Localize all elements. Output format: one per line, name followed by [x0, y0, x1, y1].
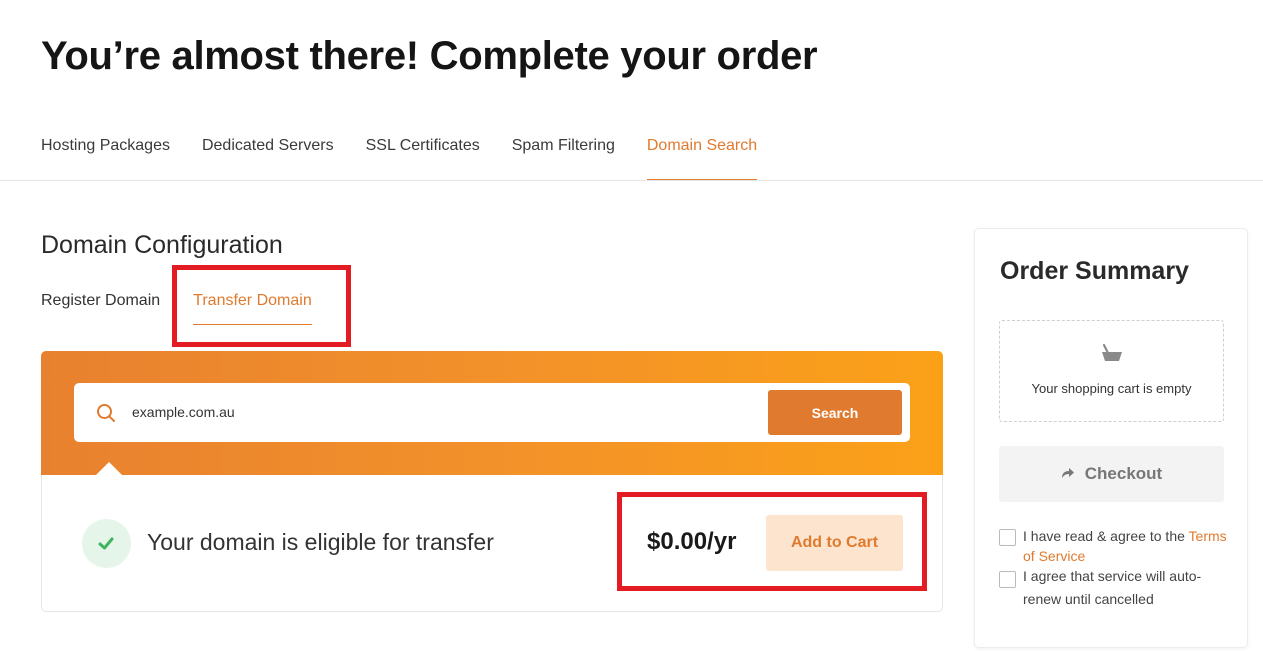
main-nav: Hosting Packages Dedicated Servers SSL C… [41, 134, 789, 180]
nav-ssl-certificates[interactable]: SSL Certificates [366, 134, 480, 180]
nav-spam-filtering[interactable]: Spam Filtering [512, 134, 615, 180]
domain-search-banner: Search [41, 351, 943, 475]
domain-search-input[interactable] [132, 397, 752, 427]
search-icon [96, 403, 116, 423]
auto-renew-checkbox[interactable] [999, 571, 1016, 588]
checkout-button[interactable]: Checkout [999, 446, 1224, 502]
nav-dedicated-servers[interactable]: Dedicated Servers [202, 134, 334, 180]
tab-register-domain[interactable]: Register Domain [41, 291, 160, 325]
terms-row: I have read & agree to the Terms of Serv… [999, 526, 1228, 566]
terms-prefix: I have read & agree to the [1023, 528, 1189, 544]
nav-domain-search[interactable]: Domain Search [646, 134, 758, 180]
check-icon [82, 519, 131, 568]
checkout-label: Checkout [1084, 464, 1163, 483]
basket-icon [1100, 343, 1124, 368]
eligibility-message: Your domain is eligible for transfer [147, 529, 494, 555]
page-title: You’re almost there! Complete your order [41, 34, 818, 78]
highlight-price [617, 492, 927, 591]
auto-renew-row: I agree that service will auto-renew unt… [999, 568, 1228, 611]
arrow-right-icon [1061, 464, 1075, 484]
highlight-transfer-tab [172, 265, 351, 347]
search-box: Search [74, 383, 910, 442]
order-summary-card: Order Summary Your shopping cart is empt… [974, 228, 1248, 648]
terms-label: I have read & agree to the Terms of Serv… [1023, 526, 1228, 566]
auto-renew-label: I agree that service will auto-renew unt… [1023, 568, 1202, 607]
section-title: Domain Configuration [41, 231, 283, 259]
search-button[interactable]: Search [768, 390, 902, 435]
empty-cart-text: Your shopping cart is empty [1031, 381, 1192, 396]
nav-divider [0, 180, 1263, 181]
terms-checkbox[interactable] [999, 529, 1016, 546]
pointer-notch [96, 462, 122, 475]
nav-hosting-packages[interactable]: Hosting Packages [41, 134, 170, 180]
order-summary-title: Order Summary [1000, 257, 1189, 285]
empty-cart: Your shopping cart is empty [999, 320, 1224, 422]
